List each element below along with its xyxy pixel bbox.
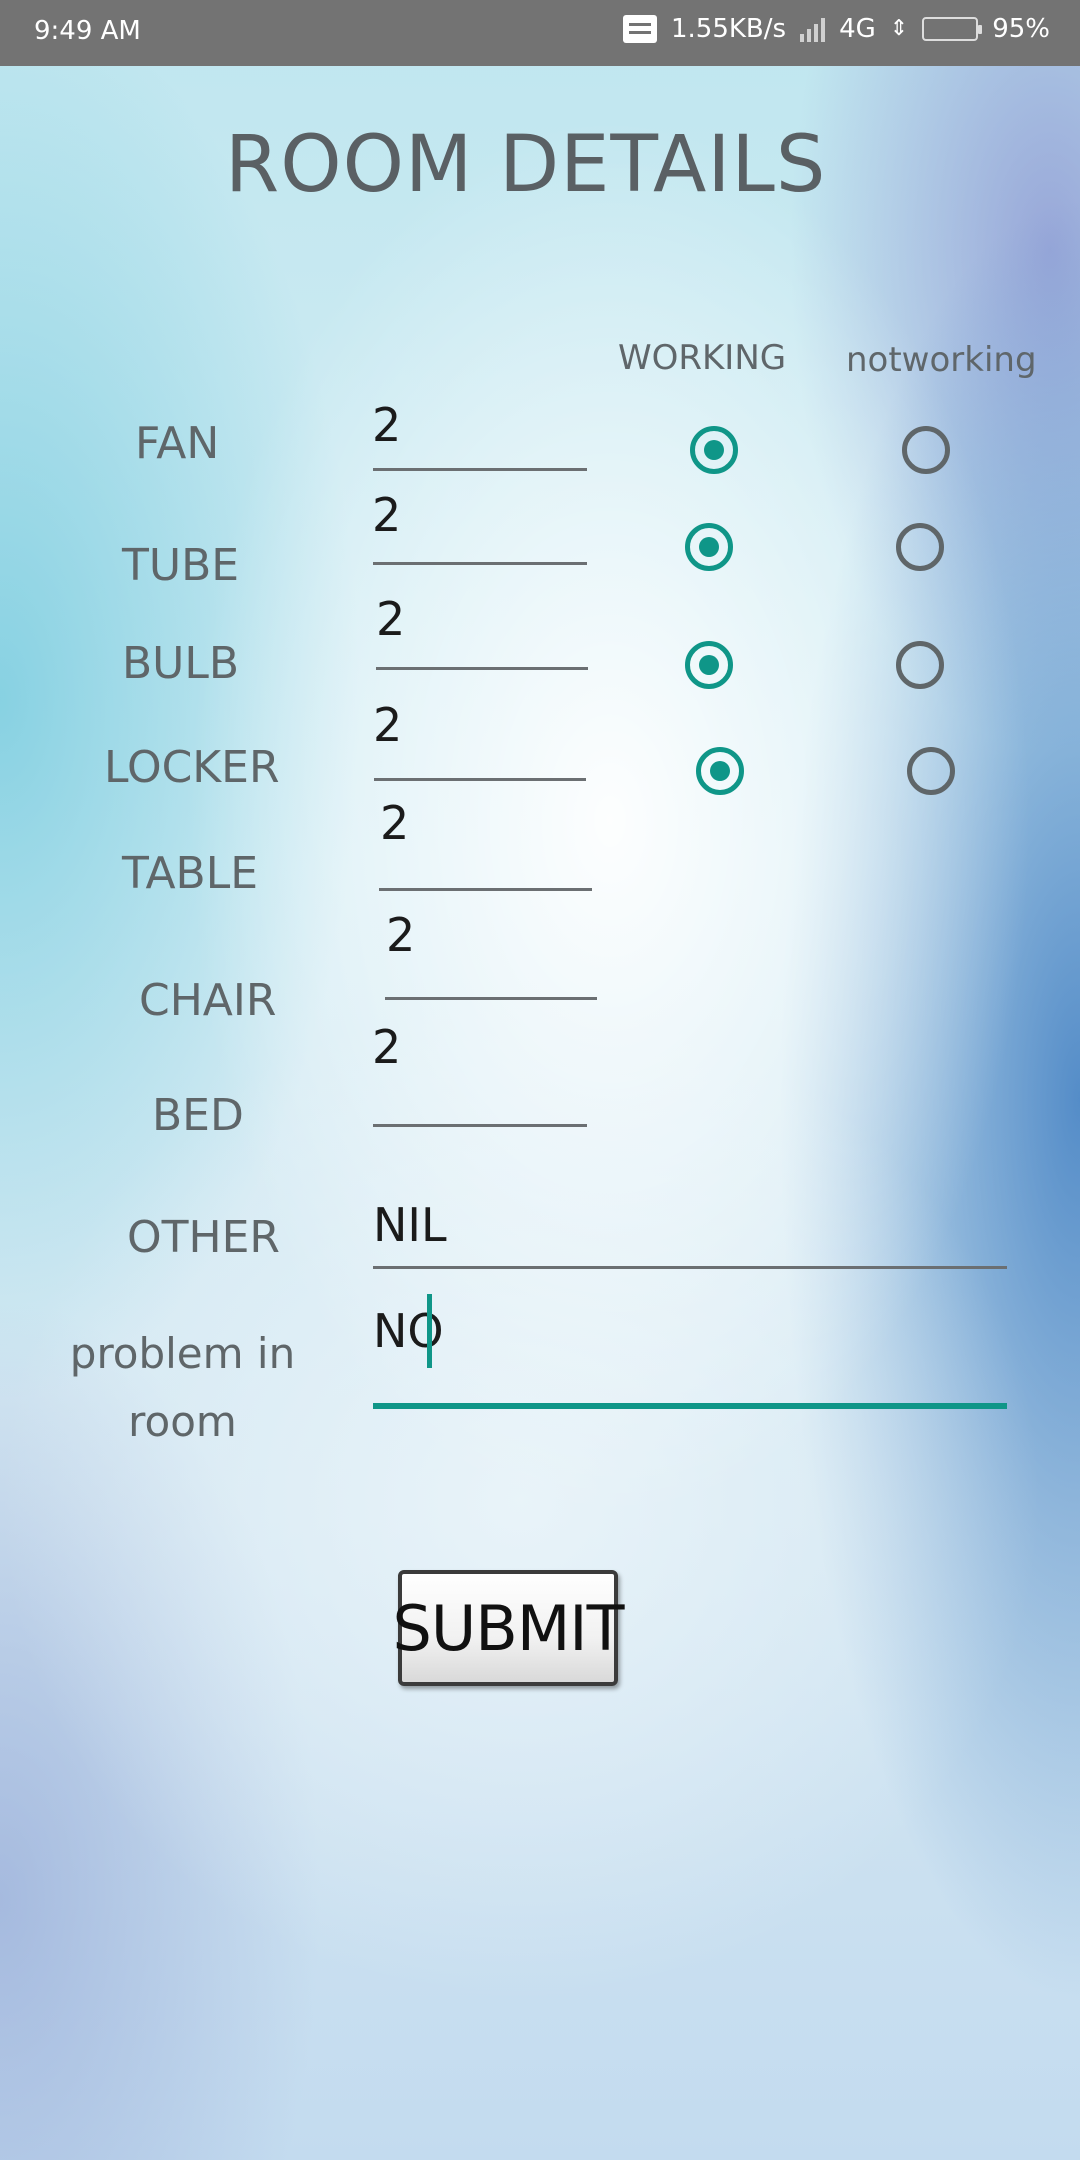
label-fan: FAN [135, 418, 220, 469]
input-chair[interactable]: 2 [386, 908, 415, 962]
label-tube: TUBE [122, 540, 240, 591]
label-bed: BED [152, 1090, 244, 1141]
input-bed-underline [373, 1124, 587, 1127]
notification-icon [622, 15, 657, 43]
label-table: TABLE [122, 848, 259, 899]
input-other[interactable]: NIL [373, 1198, 447, 1252]
radio-tube-working[interactable] [685, 523, 733, 571]
network-speed: 1.55KB/s [670, 14, 787, 44]
input-tube[interactable]: 2 [372, 488, 401, 542]
radio-fan-working[interactable] [690, 426, 738, 474]
input-chair-underline [385, 997, 597, 1000]
submit-button[interactable]: SUBMIT [393, 1570, 624, 1686]
text-cursor [427, 1294, 432, 1368]
signal-icon [800, 16, 826, 42]
label-chair: CHAIR [139, 975, 277, 1026]
status-bar: 9:49 AM 1.55KB/s 4G ⇕ 95% [0, 0, 1080, 66]
input-problem[interactable]: NO [373, 1304, 444, 1358]
input-fan-underline [373, 468, 587, 471]
data-arrows-icon: ⇕ [889, 16, 909, 41]
label-other: OTHER [127, 1212, 280, 1263]
label-bulb: BULB [122, 638, 240, 689]
input-tube-underline [373, 562, 587, 565]
input-fan[interactable]: 2 [372, 398, 401, 452]
input-other-underline [373, 1266, 1007, 1269]
radio-bulb-working[interactable] [685, 641, 733, 689]
radio-fan-notworking[interactable] [902, 426, 950, 474]
input-bed[interactable]: 2 [372, 1020, 401, 1074]
radio-bulb-notworking[interactable] [896, 641, 944, 689]
input-locker-underline [374, 778, 586, 781]
radio-locker-notworking[interactable] [907, 747, 955, 795]
page-title: ROOM DETAILS [225, 120, 827, 210]
radio-tube-notworking[interactable] [896, 523, 944, 571]
input-bulb-underline [376, 667, 588, 670]
column-working: WORKING [618, 338, 787, 378]
network-type: 4G [839, 14, 876, 44]
label-locker: LOCKER [104, 742, 280, 793]
battery-percent: 95% [992, 14, 1050, 44]
input-table[interactable]: 2 [380, 796, 409, 850]
input-table-underline [379, 888, 592, 891]
column-notworking: notworking [846, 340, 1037, 380]
input-problem-underline-focused [373, 1403, 1007, 1409]
input-bulb[interactable]: 2 [376, 592, 405, 646]
status-time: 9:49 AM [34, 16, 141, 46]
status-icons: 1.55KB/s 4G ⇕ 95% [622, 14, 1050, 44]
label-problem-in-room: problem in room [69, 1329, 296, 1446]
battery-icon [922, 17, 983, 41]
radio-locker-working[interactable] [696, 747, 744, 795]
input-locker[interactable]: 2 [373, 698, 402, 752]
